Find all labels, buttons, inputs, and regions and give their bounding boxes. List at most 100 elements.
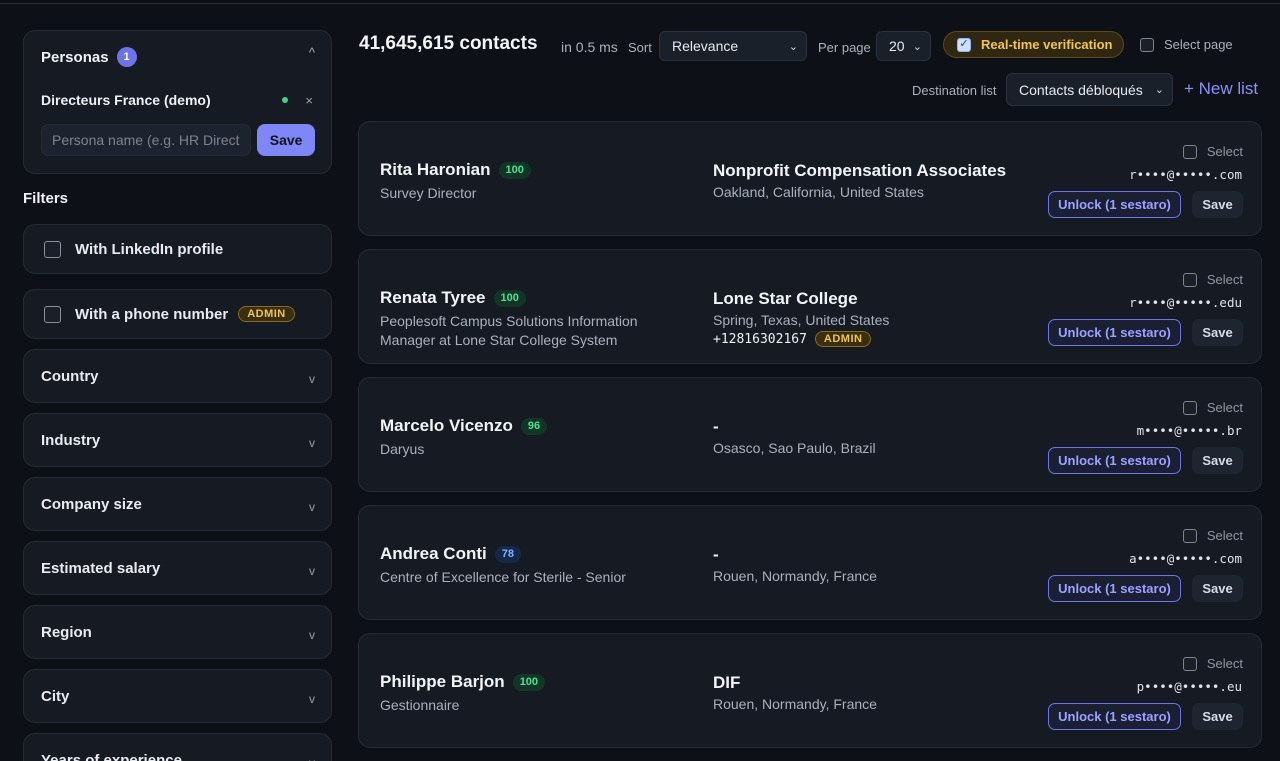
score-badge: 100 [498,161,531,179]
personas-panel: Personas 1 ^ Directeurs France (demo) × … [23,30,332,174]
unlock-button[interactable]: Unlock (1 sestaro) [1048,447,1181,474]
contact-phone: +12816302167 [713,331,807,347]
chevron-down-icon: v [309,756,315,761]
filter-estimated-salary[interactable]: Estimated salary v [23,541,332,595]
new-list-button[interactable]: + New list [1184,79,1258,99]
contact-job-title: Daryus [380,441,425,457]
score-badge: 96 [520,417,548,435]
personas-header[interactable]: Personas 1 [41,47,315,67]
chevron-down-icon: ⌄ [912,40,922,53]
contact-name[interactable]: Andrea Conti [380,544,487,564]
save-contact-button[interactable]: Save [1192,703,1243,730]
per-page-select[interactable]: 20 ⌄ [876,31,931,61]
contact-name[interactable]: Philippe Barjon [380,672,505,692]
contact-phone-row: +12816302167 ADMIN [713,331,872,347]
contact-masked-email: r••••@•••••.com [1129,167,1242,182]
contact-company: - [713,417,719,436]
contact-select[interactable]: Select [1182,144,1243,159]
filter-label: With a phone number [75,305,229,323]
sidebar: Personas 1 ^ Directeurs France (demo) × … [23,30,332,761]
sort-select[interactable]: Relevance ⌄ [659,31,807,61]
contact-card: Philippe Barjon 100 Gestionnaire DIF Rou… [358,633,1262,748]
score-badge: 100 [512,673,546,691]
contact-name-row: Rita Haronian 100 [380,160,531,180]
contact-name[interactable]: Rita Haronian [380,160,491,180]
contact-actions: Unlock (1 sestaro) Save [1048,575,1243,602]
filter-years-of-experience[interactable]: Years of experience v [23,733,332,761]
contact-company: - [713,545,719,564]
phone-checkbox[interactable] [44,305,61,323]
save-persona-button[interactable]: Save [257,124,315,156]
realtime-verification-toggle[interactable]: ✓ Real-time verification [943,31,1124,58]
contact-masked-email: m••••@•••••.br [1136,423,1242,438]
top-border [0,0,1280,4]
collapse-chevron-icon[interactable]: ^ [309,45,315,60]
contact-card: Andrea Conti 78 Centre of Excellence for… [358,505,1262,620]
contact-name[interactable]: Renata Tyree [380,288,486,308]
active-persona-name: Directeurs France (demo) [41,92,211,108]
contact-card: Rita Haronian 100 Survey Director Nonpro… [358,121,1262,236]
contact-select-label: Select [1206,528,1243,543]
query-time: in 0.5 ms [561,39,618,55]
filter-city[interactable]: City v [23,669,332,723]
remove-persona-icon[interactable]: × [305,93,313,108]
select-page-control[interactable]: Select page [1140,37,1233,52]
contact-name-row: Philippe Barjon 100 [380,672,546,692]
contact-select-checkbox[interactable] [1182,272,1197,287]
realtime-verification-label: Real-time verification [981,37,1113,52]
linkedin-checkbox[interactable] [44,240,61,258]
contact-job-title: Centre of Excellence for Sterile - Senio… [380,569,626,585]
contact-select[interactable]: Select [1182,528,1243,543]
chevron-down-icon: ⌄ [1154,84,1164,96]
contact-select-checkbox[interactable] [1182,400,1197,415]
unlock-button[interactable]: Unlock (1 sestaro) [1048,319,1181,346]
per-page-value: 20 [889,38,905,54]
filters-heading: Filters [23,190,69,207]
contact-actions: Unlock (1 sestaro) Save [1048,447,1243,474]
select-page-checkbox[interactable] [1140,37,1154,52]
contact-select[interactable]: Select [1182,656,1243,671]
filter-industry[interactable]: Industry v [23,413,332,467]
contact-select-checkbox[interactable] [1182,144,1197,159]
persona-name-input[interactable] [41,124,252,156]
contact-job-title: Survey Director [380,185,477,201]
filter-company-size[interactable]: Company size v [23,477,332,531]
filter-phone-number[interactable]: With a phone number ADMIN [23,289,332,339]
contact-location: Osasco, Sao Paulo, Brazil [713,440,876,456]
contact-masked-email: p••••@•••••.eu [1136,679,1242,694]
unlock-button[interactable]: Unlock (1 sestaro) [1048,703,1181,730]
filter-linkedin-profile[interactable]: With LinkedIn profile [23,224,332,274]
destination-list-select[interactable]: Contacts débloqués ⌄ [1006,73,1173,106]
filter-label: Years of experience [41,751,182,761]
filter-country[interactable]: Country v [23,349,332,403]
contact-select[interactable]: Select [1182,272,1243,287]
contact-select-checkbox[interactable] [1182,656,1197,671]
chevron-down-icon: v [309,628,315,642]
filter-label: Industry [41,431,101,449]
filter-region[interactable]: Region v [23,605,332,659]
active-persona-row[interactable]: Directeurs France (demo) × [41,91,315,109]
sort-value: Relevance [672,38,739,54]
save-contact-button[interactable]: Save [1192,319,1243,346]
results-count: 41,645,615 contacts [359,33,538,54]
save-contact-button[interactable]: Save [1192,575,1243,602]
checkmark-icon[interactable]: ✓ [957,37,971,52]
contact-select-label: Select [1206,144,1243,159]
filter-label: Region [41,623,92,641]
admin-badge: ADMIN [238,306,295,322]
chevron-down-icon: v [309,500,315,514]
personas-title: Personas [41,48,109,66]
contact-name[interactable]: Marcelo Vicenzo [380,416,513,436]
contact-card: Renata Tyree 100 Peoplesoft Campus Solut… [358,249,1262,364]
contact-company: DIF [713,673,741,692]
chevron-down-icon: v [309,564,315,578]
contact-select-checkbox[interactable] [1182,528,1197,543]
filter-label: With LinkedIn profile [75,240,224,258]
save-contact-button[interactable]: Save [1192,191,1243,218]
unlock-button[interactable]: Unlock (1 sestaro) [1048,575,1181,602]
contact-select[interactable]: Select [1182,400,1243,415]
score-badge: 78 [494,545,521,563]
chevron-down-icon: v [309,436,315,450]
save-contact-button[interactable]: Save [1192,447,1243,474]
unlock-button[interactable]: Unlock (1 sestaro) [1048,191,1181,218]
